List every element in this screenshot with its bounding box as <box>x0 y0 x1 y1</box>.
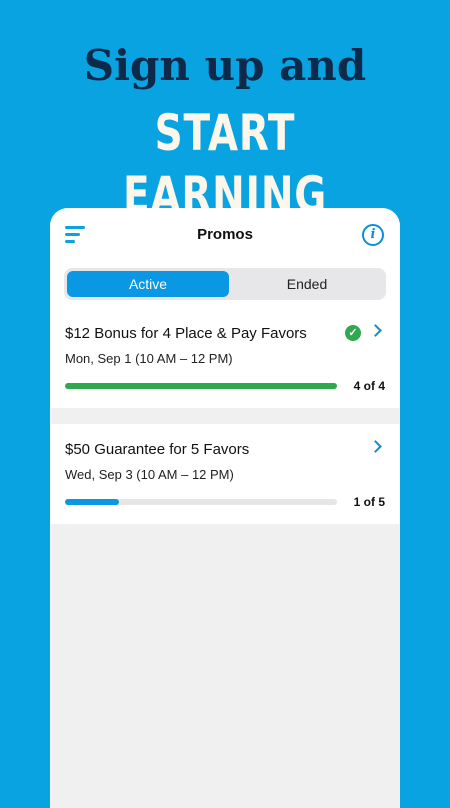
hero-banner: Sign up and START EARNING <box>0 0 450 224</box>
chevron-right-icon[interactable] <box>369 324 382 337</box>
progress-count: 4 of 4 <box>353 379 385 393</box>
promo-card[interactable]: $50 Guarantee for 5 Favors Wed, Sep 3 (1… <box>50 424 400 524</box>
app-screen: Promos i Active Ended $12 Bonus for 4 Pl… <box>50 208 400 808</box>
progress-count: 1 of 5 <box>353 495 385 509</box>
promo-tabs: Active Ended <box>64 268 386 300</box>
progress-fill <box>65 383 337 389</box>
promo-title: $50 Guarantee for 5 Favors <box>65 441 250 458</box>
empty-area <box>50 524 400 808</box>
promo-title: $12 Bonus for 4 Place & Pay Favors <box>65 325 307 342</box>
promo-date: Wed, Sep 3 (10 AM – 12 PM) <box>65 467 234 482</box>
top-bar: Promos i Active Ended <box>50 208 400 308</box>
promo-date: Mon, Sep 1 (10 AM – 12 PM) <box>65 351 233 366</box>
check-icon: ✓ <box>345 325 361 341</box>
info-icon[interactable]: i <box>362 224 384 246</box>
tab-ended[interactable]: Ended <box>226 271 388 297</box>
progress-bar <box>65 499 337 505</box>
page-title: Promos <box>197 226 253 243</box>
progress-bar <box>65 383 337 389</box>
progress-fill <box>65 499 120 505</box>
chevron-right-icon[interactable] <box>369 440 382 453</box>
tab-active[interactable]: Active <box>67 271 229 297</box>
promo-card[interactable]: $12 Bonus for 4 Place & Pay Favors ✓ Mon… <box>50 308 400 408</box>
hero-headline: Sign up and <box>83 41 367 90</box>
